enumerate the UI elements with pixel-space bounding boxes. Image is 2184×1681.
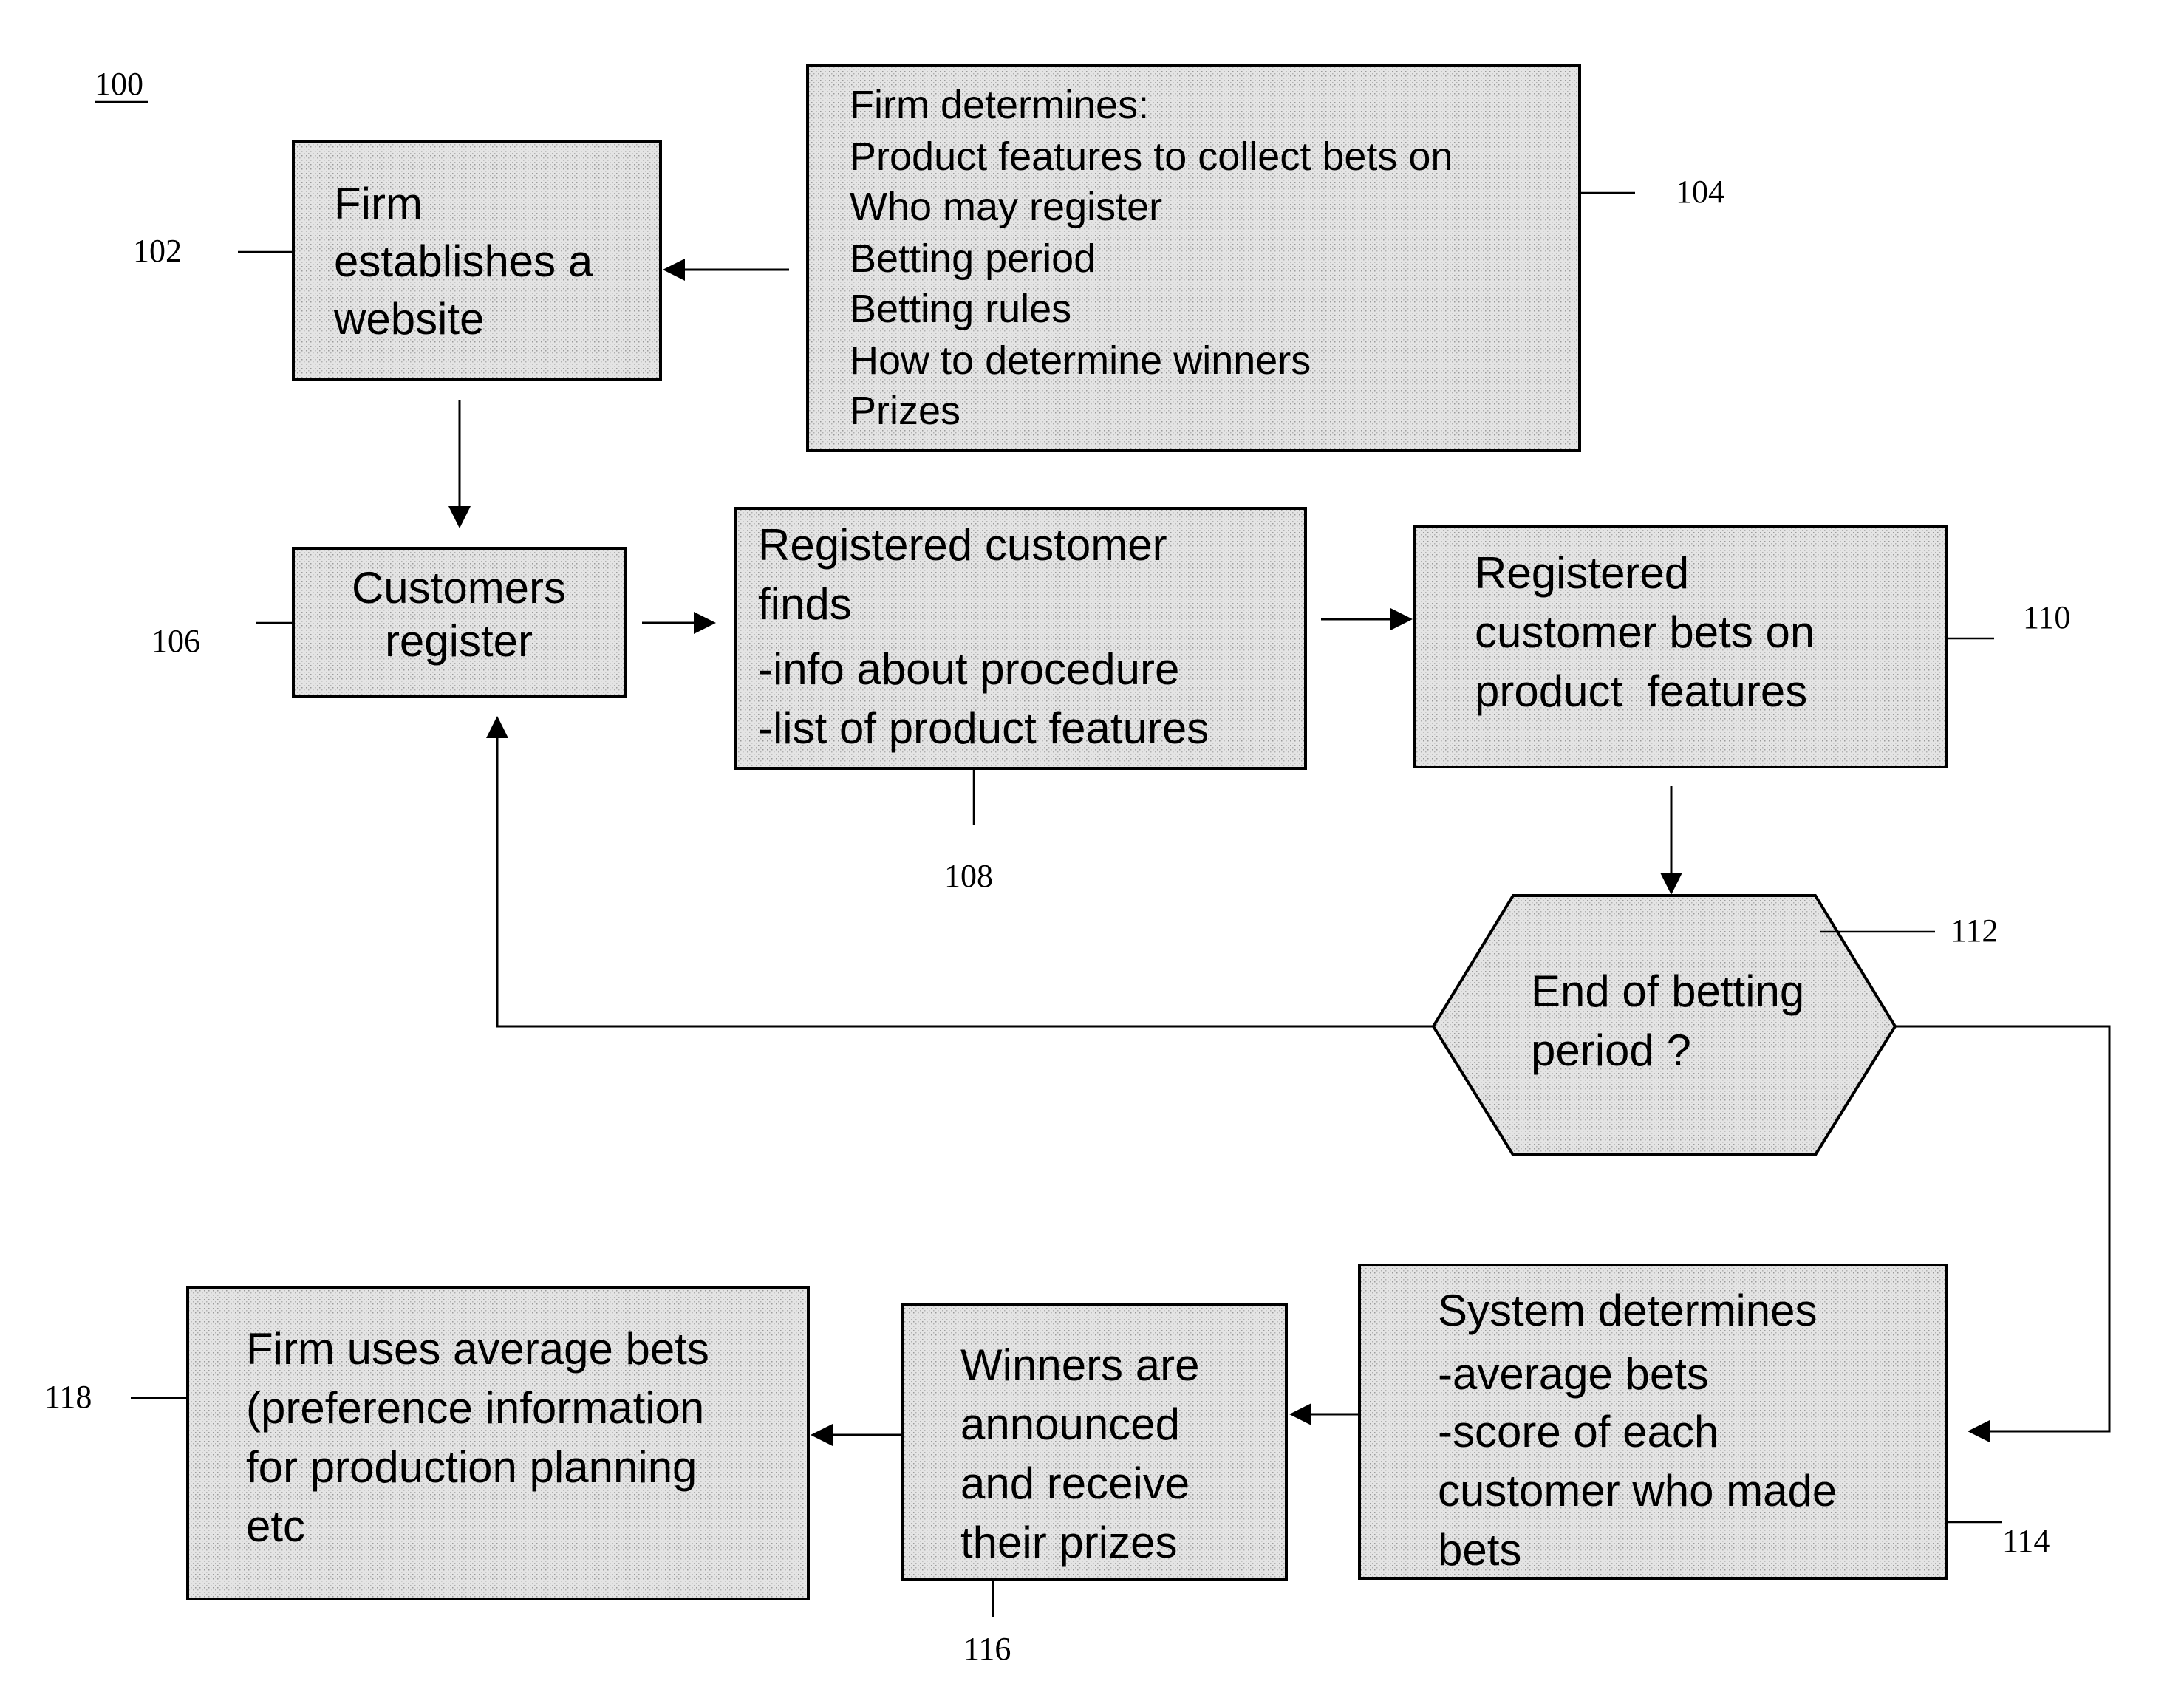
node-110-ref: 110: [2023, 599, 2070, 635]
node-108-line: finds: [758, 579, 852, 629]
node-118-ref: 118: [44, 1379, 92, 1415]
node-104-line: Prizes: [850, 389, 960, 433]
node-114-ref: 114: [2002, 1523, 2050, 1559]
node-114-line: -score of each: [1438, 1407, 1719, 1456]
node-106-ref: 106: [151, 623, 200, 659]
node-114-line: System determines: [1438, 1286, 1818, 1335]
node-104-ref: 104: [1676, 174, 1724, 210]
node-104-line: Who may register: [850, 185, 1162, 229]
node-102-ref: 102: [133, 233, 182, 269]
node-104: Firm determines: Product features to col…: [806, 64, 1724, 452]
node-116-line: announced: [960, 1399, 1180, 1449]
node-108-ref: 108: [944, 858, 993, 894]
node-104-line: Firm determines:: [850, 83, 1149, 127]
node-118-line: (preference information: [246, 1383, 704, 1433]
node-112-line: End of betting: [1531, 966, 1804, 1016]
node-118: Firm uses average bets (preference infor…: [44, 1286, 810, 1600]
node-102-line: website: [333, 294, 484, 344]
node-108-line: Registered customer: [758, 520, 1167, 570]
flowchart-svg: 100 Firm establishes a website 102 Firm …: [44, 64, 2111, 1667]
node-116: Winners are announced and receive their …: [901, 1303, 1288, 1667]
node-116-ref: 116: [963, 1631, 1011, 1667]
flowchart-canvas: 100 Firm establishes a website 102 Firm …: [0, 0, 2184, 1681]
node-108-line: -list of product features: [758, 703, 1209, 753]
node-118-line: for production planning: [246, 1442, 697, 1492]
node-110-line: customer bets on: [1475, 607, 1815, 657]
node-106-line: Customers: [352, 563, 566, 613]
node-116-line: Winners are: [960, 1340, 1199, 1390]
node-104-line: Betting rules: [850, 287, 1071, 331]
node-112-ref: 112: [1951, 913, 1998, 949]
node-104-line: Product features to collect bets on: [850, 134, 1453, 179]
node-108-line: -info about procedure: [758, 644, 1179, 694]
node-110: Registered customer bets on product feat…: [1413, 525, 2070, 768]
figure-number: 100: [95, 66, 143, 102]
node-118-line: Firm uses average bets: [246, 1324, 709, 1374]
node-106-line: register: [385, 616, 533, 666]
node-108: Registered customer finds -info about pr…: [734, 507, 1307, 894]
node-102-line: Firm: [334, 179, 423, 228]
node-114: System determines -average bets -score o…: [1358, 1264, 2050, 1580]
node-110-line: Registered: [1475, 548, 1689, 598]
node-102: Firm establishes a website 102: [133, 140, 662, 381]
node-102-line: establishes a: [334, 236, 593, 286]
node-118-line: etc: [246, 1501, 305, 1551]
node-114-line: bets: [1438, 1525, 1521, 1575]
node-104-line: Betting period: [850, 236, 1096, 281]
node-114-line: customer who made: [1438, 1466, 1837, 1515]
node-110-line: product features: [1475, 666, 1807, 716]
node-104-line: How to determine winners: [850, 338, 1311, 383]
node-116-line: their prizes: [960, 1518, 1177, 1567]
node-114-line: -average bets: [1438, 1349, 1709, 1399]
node-106: Customers register 106: [151, 547, 627, 698]
node-112-line: period ?: [1531, 1026, 1691, 1075]
node-116-line: and receive: [960, 1459, 1190, 1508]
